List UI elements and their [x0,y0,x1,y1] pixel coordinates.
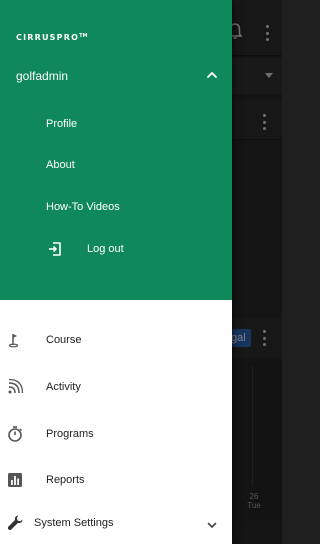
navigation-drawer: CIRRUSPROTM golfadmin Profile About How-… [0,0,232,544]
cirruspro-logo: CIRRUSPROTM [16,31,88,42]
chevron-up-icon [207,72,217,78]
golf-flag-icon [8,334,19,348]
nav-item-label: Activity [46,381,81,393]
nav-item-reports[interactable]: Reports [0,460,232,500]
logo-trademark: TM [79,33,88,39]
menu-item-label: How-To Videos [46,201,120,213]
nav-item-label: Course [46,334,82,346]
nav-item-programs[interactable]: Programs [0,414,232,454]
nav-item-label: System Settings [34,517,114,529]
menu-item-about[interactable]: About [0,149,232,181]
nav-item-activity[interactable]: Activity [0,367,232,407]
menu-item-label: Profile [46,118,78,130]
menu-item-log-out[interactable]: Log out [0,233,232,265]
menu-item-profile[interactable]: Profile [0,108,232,140]
wrench-icon [7,515,23,530]
stopwatch-icon [8,426,23,442]
logo-text: CIRRUS [16,33,57,42]
logo-pro: PRO [56,33,80,42]
menu-item-how-to-videos[interactable]: How-To Videos [0,191,232,223]
nav-item-system-settings[interactable]: System Settings [0,503,232,543]
signal-waves-icon [8,378,24,394]
logout-icon [49,242,61,256]
chevron-down-icon[interactable] [206,519,218,531]
drawer-header: CIRRUSPROTM golfadmin Profile About How-… [0,0,232,300]
account-username: golfadmin [16,69,69,83]
menu-item-label: About [46,159,75,171]
menu-item-label: Log out [87,243,124,255]
nav-item-course[interactable]: Course [0,320,232,360]
account-toggle[interactable]: golfadmin [0,62,232,90]
bar-chart-icon [8,473,22,487]
nav-item-label: Programs [46,428,94,440]
nav-item-label: Reports [46,474,85,486]
